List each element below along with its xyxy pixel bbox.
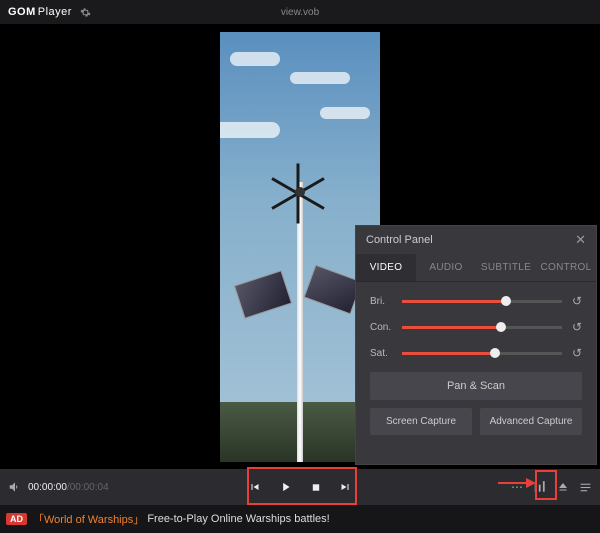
settings-gear-icon[interactable]	[80, 7, 91, 18]
tab-video[interactable]: VIDEO	[356, 254, 416, 281]
ad-bar[interactable]: AD 「World of Warships」 Free-to-Play Onli…	[0, 505, 600, 533]
playlist-icon[interactable]	[579, 481, 592, 494]
ad-badge: AD	[6, 513, 27, 525]
app-logo: GOMPlayer	[8, 6, 72, 18]
logo-player: Player	[38, 6, 72, 18]
advanced-capture-button[interactable]: Advanced Capture	[480, 408, 582, 435]
brightness-reset-icon[interactable]: ↺	[572, 294, 582, 308]
brightness-label: Bri.	[370, 296, 398, 307]
play-button[interactable]	[279, 480, 293, 494]
time-display: 00:00:00/00:00:04	[28, 482, 109, 493]
stop-button[interactable]	[311, 482, 322, 493]
close-icon[interactable]: ✕	[575, 232, 586, 248]
next-button[interactable]	[340, 481, 352, 493]
logo-gom: GOM	[8, 6, 36, 18]
brightness-slider[interactable]	[402, 300, 562, 303]
saturation-reset-icon[interactable]: ↺	[572, 346, 582, 360]
pan-scan-button[interactable]: Pan & Scan	[370, 372, 582, 400]
control-panel-tabs: VIDEO AUDIO SUBTITLE CONTROL	[356, 254, 596, 282]
saturation-row: Sat. ↺	[370, 346, 582, 360]
ad-text: Free-to-Play Online Warships battles!	[147, 513, 329, 525]
saturation-slider[interactable]	[402, 352, 562, 355]
control-panel-header: Control Panel ✕	[356, 226, 596, 254]
screen-capture-button[interactable]: Screen Capture	[370, 408, 472, 435]
annotation-arrow	[498, 476, 536, 490]
tab-audio[interactable]: AUDIO	[416, 254, 476, 281]
transport-controls	[249, 480, 352, 494]
prev-button[interactable]	[249, 481, 261, 493]
volume-icon[interactable]	[8, 480, 22, 494]
brightness-row: Bri. ↺	[370, 294, 582, 308]
contrast-reset-icon[interactable]: ↺	[572, 320, 582, 334]
tab-control[interactable]: CONTROL	[536, 254, 596, 281]
filename-label: view.vob	[281, 7, 319, 18]
saturation-label: Sat.	[370, 348, 398, 359]
ad-game-name: 「World of Warships」	[33, 511, 144, 527]
tab-subtitle[interactable]: SUBTITLE	[476, 254, 536, 281]
control-panel-body: Bri. ↺ Con. ↺ Sat. ↺ Pan & Scan Screen C…	[356, 282, 596, 445]
current-time: 00:00:00	[28, 482, 67, 493]
contrast-row: Con. ↺	[370, 320, 582, 334]
duration-time: 00:00:04	[70, 482, 109, 493]
control-panel-title: Control Panel	[366, 234, 433, 246]
contrast-label: Con.	[370, 322, 398, 333]
eject-icon[interactable]	[557, 481, 569, 493]
contrast-slider[interactable]	[402, 326, 562, 329]
control-panel: Control Panel ✕ VIDEO AUDIO SUBTITLE CON…	[355, 225, 597, 465]
title-bar: GOMPlayer view.vob	[0, 0, 600, 24]
